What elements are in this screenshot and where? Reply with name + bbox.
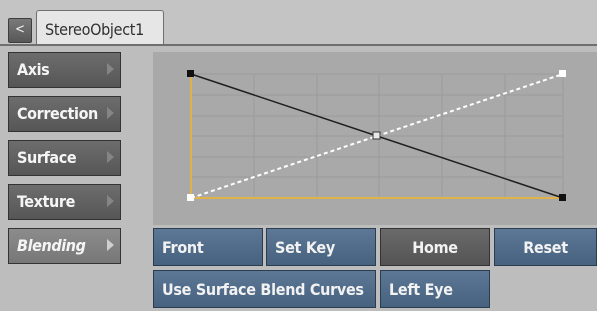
home-button[interactable]: Home bbox=[380, 228, 490, 266]
chevron-right-icon bbox=[107, 151, 114, 163]
button-label: Set Key bbox=[275, 238, 335, 257]
sidebar-item-correction[interactable]: Correction bbox=[8, 96, 121, 132]
use-surface-blend-curves-button[interactable]: Use Surface Blend Curves bbox=[153, 270, 376, 308]
chevron-right-icon bbox=[107, 195, 114, 207]
button-label: Reset bbox=[523, 238, 568, 257]
back-button[interactable]: < bbox=[8, 18, 32, 43]
sidebar-item-label: Surface bbox=[17, 148, 77, 167]
button-label: Use Surface Blend Curves bbox=[162, 280, 364, 299]
blend-curve-canvas[interactable] bbox=[153, 52, 597, 225]
tab-stereo-object[interactable]: StereoObject1 bbox=[36, 10, 164, 46]
sidebar-item-label: Texture bbox=[17, 192, 75, 211]
button-label: Home bbox=[412, 238, 458, 257]
tab-label: StereoObject1 bbox=[45, 20, 145, 39]
keyframe-handle[interactable] bbox=[559, 70, 566, 77]
left-eye-button[interactable]: Left Eye bbox=[380, 270, 490, 308]
keyframe-handle[interactable] bbox=[187, 194, 194, 201]
button-label: Left Eye bbox=[389, 280, 453, 299]
blend-curve-graph[interactable] bbox=[153, 52, 597, 225]
chevron-right-icon bbox=[107, 239, 114, 251]
top-bar: < StereoObject1 bbox=[0, 0, 597, 46]
chevron-right-icon bbox=[107, 63, 114, 75]
front-button[interactable]: Front bbox=[153, 228, 263, 266]
chevron-left-icon: < bbox=[15, 22, 25, 37]
sidebar-item-label: Blending bbox=[17, 236, 86, 255]
sidebar-item-blending[interactable]: Blending bbox=[8, 228, 121, 264]
reset-button[interactable]: Reset bbox=[494, 228, 597, 266]
keyframe-handle[interactable] bbox=[187, 70, 194, 77]
button-label: Front bbox=[162, 238, 204, 257]
sidebar-item-axis[interactable]: Axis bbox=[8, 52, 121, 88]
keyframe-handle[interactable] bbox=[559, 194, 566, 201]
sidebar-item-surface[interactable]: Surface bbox=[8, 140, 121, 176]
sidebar-item-texture[interactable]: Texture bbox=[8, 184, 121, 220]
sidebar-item-label: Axis bbox=[17, 60, 50, 79]
center-handle[interactable] bbox=[372, 131, 381, 140]
sidebar-item-label: Correction bbox=[17, 104, 98, 123]
set-key-button[interactable]: Set Key bbox=[266, 228, 376, 266]
chevron-right-icon bbox=[107, 107, 114, 119]
